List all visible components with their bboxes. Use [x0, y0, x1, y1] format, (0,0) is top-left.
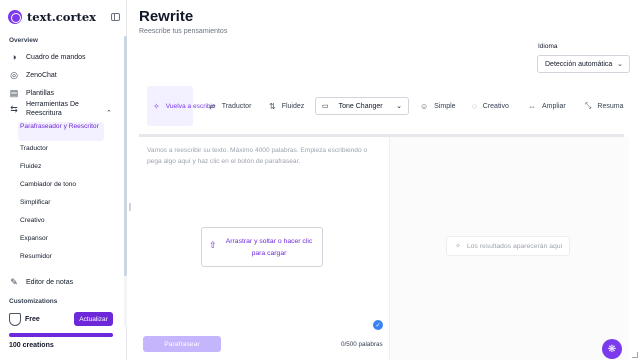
sidebar-subitem-fluency[interactable]: Fluidez: [20, 163, 41, 170]
customizations-label: Customizations: [9, 298, 58, 305]
sidebar-subitem-translator[interactable]: Traductor: [20, 145, 48, 152]
tool-label: Simple: [434, 102, 456, 110]
tool-label: Tone Changer: [338, 102, 383, 110]
sidebar-subitem-summarizer[interactable]: Resumidor: [20, 253, 52, 260]
assistant-launcher-icon[interactable]: ❋: [602, 339, 622, 359]
tool-fluency[interactable]: ⇅ Fluidez: [269, 86, 304, 126]
chevron-down-icon: ⌄: [396, 103, 402, 110]
credits-progress-bar: [9, 333, 113, 337]
brand-name: text.cortex: [27, 10, 97, 24]
chevron-down-icon: ⌄: [617, 61, 623, 68]
expand-icon: ⇔: [528, 101, 536, 111]
drop-zone-text[interactable]: Arrastrar y soltar o hacer clic para car…: [221, 236, 317, 260]
fluency-icon: ⇅: [269, 101, 276, 111]
tool-label: Creativo: [482, 102, 509, 110]
tool-label: Ampliar: [542, 102, 566, 110]
rewrite-tools-icon: ⇆: [10, 103, 18, 114]
tone-icon: ▭: [322, 103, 329, 110]
creative-icon: ◌: [472, 101, 477, 111]
paraphrase-button[interactable]: Parafrasear: [143, 336, 221, 352]
resize-grip-icon[interactable]: [632, 352, 638, 358]
sidebar-item-label: ZenoChat: [26, 71, 57, 79]
sidebar-scrollbar-thumb[interactable]: [124, 36, 127, 276]
summarize-icon: ⤡: [585, 101, 592, 110]
sidebar-subitem-simplify[interactable]: Simplificar: [20, 199, 50, 206]
page-title: Rewrite: [139, 8, 194, 25]
editor-placeholder[interactable]: Vamos a reescribir su texto. Máximo 4000…: [147, 146, 383, 167]
brand-mark-icon: [8, 10, 22, 24]
language-label: Idioma: [538, 43, 558, 50]
sidebar-subitem-paraphraser[interactable]: Parafraseador y Reescritor: [18, 122, 104, 141]
sparkle-icon: ✧: [153, 101, 160, 111]
sidebar-item-label: Cuadro de mandos: [26, 53, 86, 61]
tool-label: Fluidez: [281, 102, 305, 110]
simple-icon: ☺: [420, 101, 429, 111]
tone-changer-select[interactable]: ▭ Tone Changer ⌄: [315, 97, 409, 115]
plan-name: Free: [25, 316, 40, 323]
sidebar-subitem-expander[interactable]: Expansor: [20, 235, 48, 242]
sidebar-item-rewrite-tools[interactable]: ⇆ Herramientas De Reescritura: [9, 101, 121, 119]
pen-icon: ✎: [10, 276, 18, 287]
sidebar-item-dashboard[interactable]: ◑ Cuadro de mandos: [9, 50, 121, 64]
sidebar-item-label: Editor de notas: [26, 278, 74, 286]
dashboard-icon: ◑: [11, 52, 17, 62]
upgrade-button[interactable]: Actualizar: [74, 312, 113, 326]
sidebar-subitem-tone-changer[interactable]: Cambiador de tono: [20, 181, 76, 188]
grammar-check-icon[interactable]: ✓: [373, 320, 383, 330]
language-select[interactable]: Detección automática ⌄: [537, 55, 630, 73]
word-counter: 0/500 palabras: [341, 341, 383, 348]
templates-icon: ▤: [9, 87, 19, 98]
credits-count: 100 creations: [9, 342, 54, 349]
results-placeholder: ✧ Los resultados aparecerán aquí: [446, 236, 570, 256]
chevron-up-icon[interactable]: ⌃: [106, 109, 112, 117]
shield-icon: [9, 313, 21, 326]
sidebar-item-templates[interactable]: ▤ Plantillas: [9, 86, 121, 100]
tool-simple[interactable]: ☺ Simple: [420, 86, 456, 126]
translate-icon: ⇄: [209, 101, 216, 111]
page-subtitle: Reescribe tus pensamientos: [139, 28, 228, 35]
sidebar-item-zenochat[interactable]: ◎ ZenoChat: [9, 68, 121, 82]
tool-translator[interactable]: ⇄ Traductor: [209, 86, 251, 126]
upload-icon: ⇧: [209, 240, 217, 250]
rewrite-toolbar: ✧ Vuelva a escribir ⇄ Traductor ⇅ Fluide…: [139, 86, 624, 126]
overview-label: Overview: [9, 37, 38, 44]
sidebar-item-label: Herramientas De Reescritura: [26, 101, 79, 117]
sparkle-icon: ✧: [455, 243, 461, 250]
language-value: Detección automática: [545, 60, 613, 68]
brand-logo[interactable]: text.cortex: [8, 9, 121, 25]
results-placeholder-text: Los resultados aparecerán aquí: [466, 242, 563, 250]
tool-rewrite[interactable]: ✧ Vuelva a escribir: [147, 86, 215, 126]
sidebar-subitem-creative[interactable]: Creativo: [20, 217, 45, 224]
tool-creative[interactable]: ◌ Creativo: [472, 86, 509, 126]
tool-summarize[interactable]: ⤡ Resuma: [585, 86, 623, 126]
chat-icon: ◎: [10, 69, 18, 80]
tool-label: Vuelva a escribir: [165, 102, 215, 110]
sidebar-item-notes-editor[interactable]: ✎ Editor de notas: [9, 275, 121, 289]
sidebar-resize-handle[interactable]: [129, 203, 131, 211]
sidebar-item-label: Plantillas: [26, 89, 55, 97]
collapse-sidebar-icon[interactable]: [111, 13, 120, 21]
tool-expand[interactable]: ⇔ Ampliar: [528, 86, 566, 126]
tool-label: Traductor: [221, 102, 252, 110]
tool-label: Resuma: [597, 102, 624, 110]
